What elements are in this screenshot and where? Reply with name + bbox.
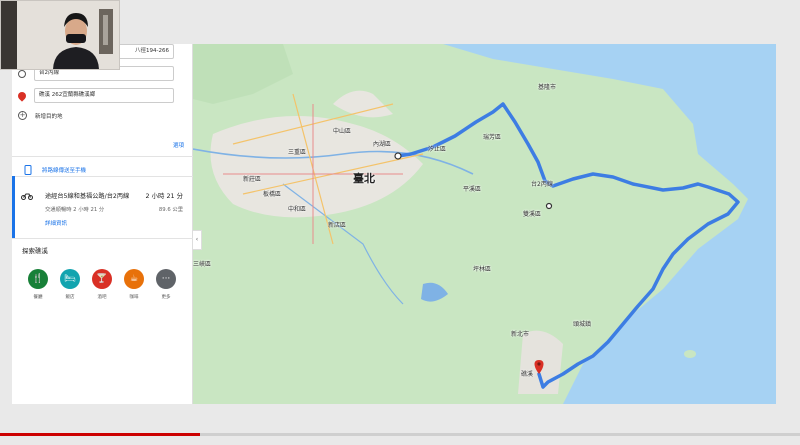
map-label: 坪林區 — [473, 266, 492, 273]
add-destination-label: 新增目的地 — [35, 113, 63, 120]
waypoint-dot-icon — [18, 69, 26, 78]
map-label: 板橋區 — [263, 191, 282, 198]
route-details-link[interactable]: 詳細資訊 — [45, 219, 67, 227]
presenter-video — [1, 1, 119, 69]
destination-pin-icon — [16, 89, 28, 102]
map-canvas[interactable]: 臺北 中山區 內湖區 汐止區 新店區 中和區 板橋區 新莊區 三峽區 瑞芳區 台… — [193, 44, 776, 404]
add-destination-button[interactable]: + 新增目的地 — [18, 111, 63, 120]
route-distance: 89.6 公里 — [158, 207, 183, 213]
map-label: 平溪區 — [463, 186, 482, 193]
category-bar[interactable]: 🍸 酒吧 — [89, 269, 115, 300]
category-hotel[interactable]: 🛏 飯店 — [57, 269, 83, 300]
send-to-phone-label: 將路線傳送至手機 — [42, 168, 87, 174]
category-label: 酒吧 — [97, 295, 107, 300]
map-terrain — [193, 44, 776, 404]
hotel-icon: 🛏 — [60, 269, 80, 289]
category-restaurant[interactable]: 🍴 餐廳 — [25, 269, 51, 300]
divider — [12, 238, 193, 239]
waypoint-marker — [545, 202, 553, 210]
route-traffic: 交通順暢時 2 小時 21 分 — [45, 207, 105, 213]
map-label: 中山區 — [333, 128, 352, 135]
destination-field[interactable]: 礁溪 262宜蘭縣礁溪鄉 — [34, 88, 174, 103]
category-label: 飯店 — [65, 295, 75, 300]
video-progress-bar[interactable] — [0, 433, 800, 436]
explore-title: 探索礁溪 — [22, 247, 48, 255]
bar-icon: 🍸 — [92, 269, 112, 289]
map-label: 雙溪區 — [523, 211, 542, 218]
category-label: 咖啡 — [129, 295, 139, 300]
send-to-phone-button[interactable]: 將路線傳送至手機 — [24, 165, 86, 175]
map-label: 新北市 — [511, 331, 530, 338]
route-title: 途經台5線和基福公路/台2丙線 — [45, 193, 130, 200]
map-label: 新店區 — [328, 222, 347, 229]
phone-icon — [24, 165, 32, 175]
map-label: 台2丙線 — [531, 181, 553, 188]
map-label: 三峽區 — [193, 261, 212, 268]
map-label: 汐止區 — [428, 146, 447, 153]
city-label-taipei: 臺北 — [353, 172, 375, 185]
stop-destination[interactable]: 礁溪 262宜蘭縣礁溪鄉 — [16, 88, 174, 103]
category-coffee[interactable]: ☕ 咖啡 — [121, 269, 147, 300]
category-more[interactable]: ··· 更多 — [153, 269, 179, 300]
map-label: 礁溪 — [521, 371, 534, 378]
category-label: 餐廳 — [33, 295, 43, 300]
map-label: 新莊區 — [243, 176, 262, 183]
route-option[interactable]: 途經台5線和基福公路/台2丙線 2 小時 21 分 交通順暢時 2 小時 21 … — [12, 176, 193, 238]
options-link[interactable]: 選項 — [173, 141, 184, 149]
map-label: 三重區 — [288, 149, 307, 156]
divider — [12, 156, 193, 157]
category-label: 更多 — [161, 295, 171, 300]
map-label: 中和區 — [288, 206, 307, 213]
route-time: 2 小時 21 分 — [145, 192, 183, 200]
map-label: 頭城鎮 — [573, 321, 592, 328]
motorcycle-icon — [21, 193, 33, 200]
video-progress-fill — [0, 433, 200, 436]
directions-panel: 八徑194-266 台2丙線 礁溪 262宜蘭縣礁溪鄉 + 新增目的地 選項 將… — [12, 44, 193, 404]
map-label: 基隆市 — [538, 84, 557, 91]
plus-icon: + — [18, 111, 27, 120]
maps-window: 八徑194-266 台2丙線 礁溪 262宜蘭縣礁溪鄉 + 新增目的地 選項 將… — [12, 44, 776, 404]
more-icon: ··· — [156, 269, 176, 289]
restaurant-icon: 🍴 — [28, 269, 48, 289]
coffee-icon: ☕ — [124, 269, 144, 289]
route-start-marker — [394, 152, 402, 160]
collapse-panel-button[interactable]: ‹ — [193, 230, 202, 250]
map-label: 內湖區 — [373, 141, 392, 148]
map-label: 瑞芳區 — [483, 134, 502, 141]
webcam-overlay — [0, 0, 120, 70]
